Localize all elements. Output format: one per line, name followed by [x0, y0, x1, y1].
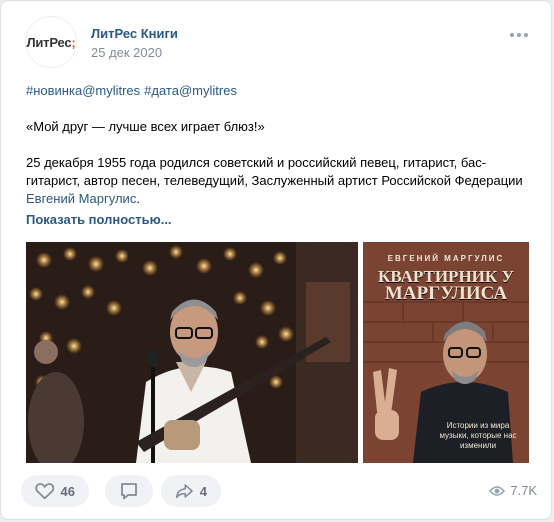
like-button[interactable]: 46 [21, 475, 89, 507]
person-link[interactable]: Евгений Маргулис [26, 191, 136, 206]
hashtag-list: #новинка@mylitres #дата@mylitres [26, 82, 536, 100]
litres-logo: ЛитРес; [26, 34, 76, 50]
comment-icon [121, 483, 137, 500]
post-text: #новинка@mylitres #дата@mylitres «Мой дру… [26, 82, 536, 229]
share-icon [175, 484, 193, 499]
post-date[interactable]: 25 дек 2020 [91, 45, 162, 60]
cover-title: КВАРТИРНИК У МАРГУЛИСА [378, 267, 514, 304]
more-dots-icon[interactable] [507, 27, 531, 43]
hashtag-link[interactable]: #новинка@mylitres [26, 83, 140, 98]
views-counter: 7.7K [489, 483, 537, 498]
show-more-link[interactable]: Показать полностью... [26, 211, 536, 229]
post-photo-concert[interactable] [26, 242, 358, 463]
post-photo-book-cover[interactable]: ЕВГЕНИЙ МАРГУЛИС КВАРТИРНИК У МАРГУЛИСА … [363, 242, 529, 463]
concert-image [26, 242, 358, 463]
cover-author: ЕВГЕНИЙ МАРГУЛИС [387, 254, 505, 263]
share-count: 4 [199, 483, 207, 499]
heart-icon [35, 483, 55, 500]
views-count: 7.7K [510, 483, 537, 498]
eye-icon [489, 485, 506, 496]
post-body-text: 25 декабря 1955 года родился советский и… [26, 155, 523, 188]
post-card: ЛитРес; ЛитРес Книги 25 дек 2020 #новинк… [0, 0, 552, 520]
cover-subtitle: Истории из мира музыки, которые нас изме… [439, 421, 517, 450]
post-quote: «Мой друг — лучше всех играет блюз!» [26, 119, 265, 134]
post-body: 25 декабря 1955 года родился советский и… [26, 155, 523, 206]
hashtag-link[interactable]: #дата@mylitres [144, 83, 237, 98]
comment-button[interactable] [105, 475, 153, 507]
share-button[interactable]: 4 [161, 475, 221, 507]
like-count: 46 [60, 483, 75, 499]
post-actions: 46 4 7.7K [21, 475, 541, 507]
group-name-link[interactable]: ЛитРес Книги [91, 26, 178, 41]
group-avatar[interactable]: ЛитРес; [25, 16, 77, 68]
